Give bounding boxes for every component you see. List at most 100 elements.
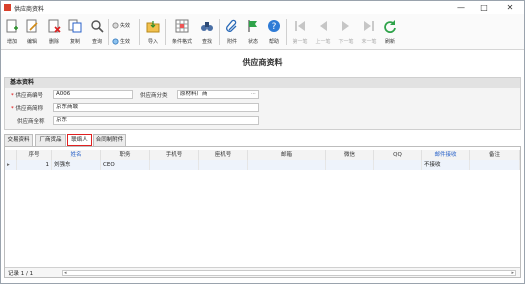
app-window: 供应商资料 — □ ✕ 增加 编辑 删除 复制 查询 失效 生效 导入 条件格式… (0, 0, 525, 284)
row-indicator-header (5, 150, 17, 160)
supplier-short-label-text: 供应商简称 (15, 106, 44, 112)
prev-record-icon (320, 21, 327, 31)
help-button[interactable]: ? 帮助 (264, 16, 284, 48)
first-record-label: 第一笔 (292, 39, 308, 45)
next-record-label: 下一笔 (338, 39, 354, 45)
condition-format-button[interactable]: 条件格式 (168, 16, 196, 48)
column-header[interactable]: 备注 (470, 150, 520, 160)
cell-email[interactable] (248, 160, 326, 170)
tab-contract-attachments[interactable]: 合同制附件 (93, 134, 126, 146)
edit-button[interactable]: 编辑 (22, 16, 42, 48)
flag-icon (248, 20, 257, 32)
edit-icon (26, 19, 38, 33)
prev-record-button[interactable]: 上一笔 (312, 16, 334, 48)
delete-button[interactable]: 删除 (44, 16, 64, 48)
tab-vendor-goods[interactable]: 厂商货品 (35, 134, 66, 146)
refresh-button[interactable]: 刷新 (380, 16, 400, 48)
supplier-full-field[interactable]: 京东 (53, 116, 259, 125)
attachment-button[interactable]: 附件 (222, 16, 242, 48)
tab-transaction[interactable]: 交易资料 (4, 134, 33, 146)
required-mark: * (11, 93, 14, 99)
record-count: 记录 1 / 1 (8, 271, 34, 277)
table-row[interactable]: ▸ 1 刘强东 CEO 不接收 (5, 160, 520, 170)
section-title: 基本资料 (5, 78, 520, 88)
app-icon (4, 4, 11, 11)
column-header[interactable]: 邮件接收 (422, 150, 470, 160)
supplier-code-label-text: 供应商编号 (15, 93, 44, 99)
supplier-short-field[interactable]: 京东商城 (53, 103, 259, 112)
copy-button[interactable]: 复制 (65, 16, 85, 48)
status-button[interactable]: 状态 (243, 16, 263, 48)
scroll-left-icon[interactable]: ◂ (64, 270, 67, 276)
svg-text:?: ? (272, 22, 277, 32)
form-title: 供应商资料 (242, 58, 283, 67)
next-record-button[interactable]: 下一笔 (335, 16, 357, 48)
prev-record-label: 上一笔 (315, 39, 331, 45)
column-header[interactable]: 座机号 (199, 150, 248, 160)
add-button[interactable]: 增加 (3, 16, 21, 48)
binoculars-icon (201, 22, 213, 31)
add-icon (6, 19, 18, 33)
cell-seq[interactable]: 1 (17, 160, 52, 170)
column-header[interactable]: 序号 (17, 150, 52, 160)
scroll-right-icon[interactable]: ▸ (511, 270, 514, 276)
tab-contacts[interactable]: 联络人 (67, 134, 92, 146)
close-button[interactable]: ✕ (503, 2, 517, 13)
edit-label: 编辑 (26, 39, 37, 45)
activate-button[interactable]: 生效 (112, 38, 130, 48)
supplier-category-select[interactable]: 原材料厂商 ⋯ (177, 90, 259, 99)
cell-phone[interactable] (199, 160, 248, 170)
cell-remark[interactable] (470, 160, 520, 170)
basic-info-section: 基本资料 * 供应商编号 A006 供应商分类 原材料厂商 ⋯ * 供应商简称 … (4, 77, 521, 130)
invalidate-label: 失效 (120, 23, 131, 29)
supplier-code-label: * 供应商编号 (11, 91, 43, 99)
delete-icon (48, 19, 61, 33)
next-record-icon (342, 21, 349, 31)
query-label: 查询 (91, 39, 102, 45)
column-header[interactable]: 职务 (101, 150, 150, 160)
status-label: 状态 (247, 39, 258, 45)
cell-title[interactable]: CEO (101, 160, 150, 170)
delete-label: 删除 (48, 39, 59, 45)
grid-footer: 记录 1 / 1 ◂ ▸ (5, 267, 520, 277)
toolbar-separator (219, 19, 220, 45)
cell-mail-receive[interactable]: 不接收 (422, 160, 470, 170)
activate-icon (112, 38, 119, 45)
query-button[interactable]: 查询 (87, 16, 107, 48)
help-icon: ? (268, 20, 280, 32)
last-record-button[interactable]: 末一笔 (358, 16, 380, 48)
supplier-code-field[interactable]: A006 (53, 90, 133, 99)
refresh-icon (384, 20, 396, 33)
maximize-button[interactable]: □ (477, 2, 491, 13)
invalidate-icon (112, 22, 119, 29)
activate-label: 生效 (120, 39, 131, 45)
column-header[interactable]: 手机号 (150, 150, 199, 160)
invalidate-button[interactable]: 失效 (112, 22, 130, 32)
cell-mobile[interactable] (150, 160, 199, 170)
horizontal-scrollbar[interactable]: ◂ ▸ (62, 270, 516, 276)
column-header[interactable]: QQ (374, 150, 422, 160)
toolbar-separator (286, 19, 287, 45)
cell-qq[interactable] (374, 160, 422, 170)
grid-format-icon (175, 19, 189, 33)
import-button[interactable]: 导入 (143, 16, 163, 48)
find-label: 查找 (201, 39, 212, 45)
minimize-button[interactable]: — (454, 2, 468, 13)
window-title: 供应商资料 (14, 6, 45, 13)
toolbar-separator (108, 19, 109, 45)
toolbar-separator (139, 19, 140, 45)
condition-format-label: 条件格式 (171, 39, 192, 45)
column-header[interactable]: 姓名 (52, 150, 101, 160)
grid-header: 序号 姓名 职务 手机号 座机号 邮箱 微信 QQ 邮件接收 备注 (5, 150, 520, 160)
cell-name[interactable]: 刘强东 (52, 160, 101, 170)
title-bar: 供应商资料 — □ ✕ (1, 1, 524, 14)
find-button[interactable]: 查找 (197, 16, 217, 48)
folder-import-icon (146, 21, 160, 33)
first-record-button[interactable]: 第一笔 (289, 16, 311, 48)
column-header[interactable]: 微信 (326, 150, 374, 160)
cell-wechat[interactable] (326, 160, 374, 170)
help-label: 帮助 (268, 39, 279, 45)
toolbar-separator (165, 19, 166, 45)
first-record-icon (295, 21, 305, 31)
column-header[interactable]: 邮箱 (248, 150, 326, 160)
